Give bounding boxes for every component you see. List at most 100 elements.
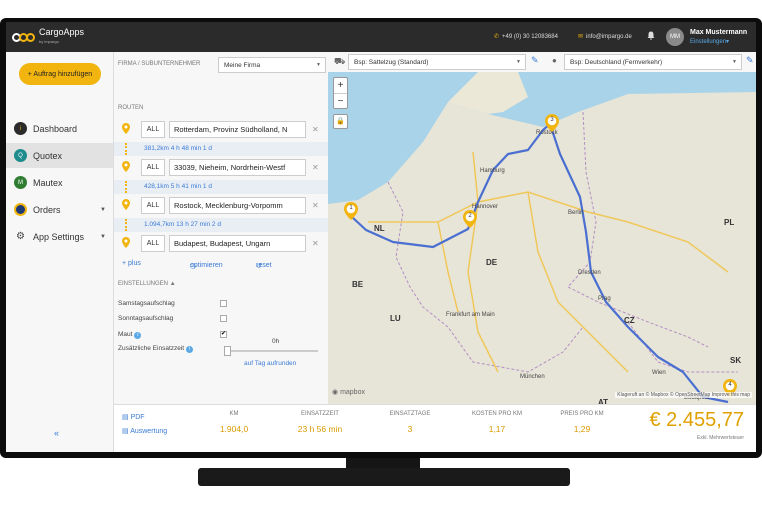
vehicle-value: Bsp: Sattelzug (Standard) (354, 58, 429, 66)
stop-type-select[interactable]: ALL (141, 121, 165, 138)
price-note: Exkl. Mehrwertsteuer (697, 435, 744, 441)
remove-stop-button[interactable]: ✕ (312, 163, 319, 172)
route-marker[interactable]: 1 (344, 202, 358, 220)
pdf-link[interactable]: ▤ PDF (122, 413, 145, 421)
route-leg: 428,1km 5 h 41 min 1 d (114, 180, 328, 194)
stat-label: EINSATZTAGE (389, 411, 431, 417)
samstag-checkbox[interactable] (220, 300, 227, 307)
country-label: PL (724, 218, 735, 227)
reset-label: reset (256, 262, 272, 269)
stat-value: 3 (407, 424, 413, 434)
auswertung-link[interactable]: ▤ Auswertung (122, 427, 167, 435)
app-screen: CargoApps by impargo ✆ +49 (0) 30 12083684… (6, 22, 756, 452)
stop-address-input[interactable]: 33039, Nieheim, Nordrhein-Westf (169, 159, 306, 176)
country-label: BE (352, 280, 364, 289)
maut-option: Maut i (118, 331, 142, 339)
route-leg: 1.094,7km 13 h 27 min 2 d (114, 218, 328, 232)
sidebar-item-label: Quotex (33, 150, 63, 161)
zoom-in-button[interactable]: + (334, 78, 347, 93)
sidebar-item-dashboard[interactable]: i Dashboard (6, 116, 113, 141)
add-order-button[interactable]: + Auftrag hinzufügen (19, 63, 101, 85)
mapbox-text: mapbox (340, 389, 365, 396)
stop-address-input[interactable]: Rotterdam, Provinz Südholland, N (169, 121, 306, 138)
sidebar-item-quotex[interactable]: Q Quotex (6, 143, 113, 168)
quotex-icon: Q (14, 149, 27, 162)
zoom-control: + − (333, 77, 348, 109)
mautex-icon: M (14, 176, 27, 189)
stop-address-input[interactable]: Rostock, Mecklenburg-Vorpomm (169, 197, 306, 214)
sidebar-item-label: Dashboard (33, 123, 78, 134)
caret-down-icon: ▼ (100, 206, 106, 213)
file-icon: ▤ (122, 428, 129, 435)
monitor-stand-base (198, 468, 570, 486)
einsatzzeit-option: Zusätzliche Einsatzzeit i (118, 345, 194, 353)
sidebar-item-orders[interactable]: Orders ▼ (6, 197, 113, 222)
remove-stop-button[interactable]: ✕ (312, 239, 319, 248)
einsatzzeit-slider-handle[interactable] (224, 346, 231, 356)
route-map[interactable]: + − 🔒 NL BE LU DE PL CZ AT SK HU Rostock… (328, 72, 756, 404)
stat-value: 23 h 56 min (297, 424, 343, 434)
stat-label: KOSTEN PRO KM (471, 411, 522, 417)
avatar[interactable]: MM (666, 28, 684, 46)
logo[interactable]: CargoApps by impargo (12, 28, 84, 46)
stop-type-select[interactable]: ALL (141, 159, 165, 176)
lock-icon[interactable]: 🔒 (333, 114, 348, 129)
remove-stop-button[interactable]: ✕ (312, 201, 319, 210)
stat-einsatzzeit: EINSATZZEIT 23 h 56 min (288, 411, 352, 434)
caret-up-icon: ▲ (169, 281, 176, 287)
edit-driver-icon[interactable]: ✎ (746, 55, 754, 66)
stop-address-input[interactable]: Budapest, Budapest, Ungarn (169, 235, 306, 252)
firma-select[interactable]: Meine Firma ▼ (218, 57, 326, 73)
auswertung-label: Auswertung (130, 428, 168, 435)
phone-contact[interactable]: ✆ +49 (0) 30 12083684 (494, 33, 558, 40)
info-icon[interactable]: i (186, 346, 194, 353)
einstellungen-label: EINSTELLUNGEN (118, 281, 169, 287)
zoom-out-button[interactable]: − (334, 93, 347, 109)
route-marker[interactable]: 3 (545, 114, 559, 132)
info-icon[interactable]: i (134, 332, 142, 339)
chevron-down-icon: ▼ (732, 59, 737, 65)
chevron-down-icon: ▾ (726, 39, 730, 45)
stop-type-select[interactable]: ALL (141, 197, 165, 214)
remove-stop-button[interactable]: ✕ (312, 125, 319, 134)
sidebar-item-mautex[interactable]: M Mautex (6, 170, 113, 195)
logo-text: CargoApps (39, 27, 85, 37)
sonntag-checkbox[interactable] (220, 315, 227, 322)
einsatzzeit-slider-track[interactable] (226, 350, 318, 352)
edit-vehicle-icon[interactable]: ✎ (531, 55, 539, 66)
country-label: DE (486, 258, 498, 267)
leg-connector (125, 181, 127, 193)
einstellungen-toggle[interactable]: EINSTELLUNGEN ▲ (118, 281, 176, 287)
route-stop: ALL Budapest, Budapest, Ungarn ✕ (114, 234, 328, 254)
add-stop-button[interactable]: + plus (122, 260, 141, 267)
route-actions: + plus ◷ optimieren ↺ reset (114, 258, 328, 274)
driver-select[interactable]: Bsp: Deutschland (Fernverkehr) ▼ (564, 54, 742, 70)
truck-icon: ⛟ (334, 56, 346, 66)
stop-type-select[interactable]: ALL (141, 235, 165, 252)
mapbox-logo[interactable]: ◉ mapbox (332, 388, 365, 396)
maut-checkbox[interactable]: ✔ (220, 331, 227, 338)
sidebar-item-app-settings[interactable]: ⚙ App Settings ▼ (6, 224, 113, 249)
top-bar: CargoApps by impargo ✆ +49 (0) 30 12083684… (6, 22, 756, 52)
sidebar-item-label: Orders (33, 204, 61, 215)
map-attribution[interactable]: Klageruft an © Mapbox © OpenStreetMap Im… (615, 392, 752, 398)
stat-kosten-pro-km: KOSTEN PRO KM 1,17 (462, 411, 532, 434)
stat-value: 1,29 (573, 424, 591, 434)
leg-info: 428,1km 5 h 41 min 1 d (144, 183, 212, 190)
email-contact[interactable]: ✉ info@impargo.de (578, 33, 632, 40)
user-settings-link[interactable]: Einstellungen▾ (690, 38, 729, 45)
map-canvas (328, 72, 756, 404)
tag-aufrunden-link[interactable]: auf Tag aufrunden (244, 360, 296, 367)
driver-value: Bsp: Deutschland (Fernverkehr) (570, 58, 663, 66)
firma-label: FIRMA / SUBUNTERNEHMER (118, 61, 201, 67)
einsatzzeit-value: 0h (272, 338, 280, 345)
route-marker[interactable]: 2 (463, 210, 477, 228)
samstag-label: Samstagsaufschlag (118, 300, 175, 307)
routen-label: ROUTEN (118, 105, 144, 111)
vehicle-select[interactable]: Bsp: Sattelzug (Standard) ▼ (348, 54, 526, 70)
map-pin-icon (122, 199, 130, 210)
logo-sub: by impargo (39, 39, 59, 44)
bell-icon[interactable] (647, 31, 655, 40)
collapse-sidebar-button[interactable]: « (54, 428, 59, 438)
city-label: Wien (652, 370, 666, 376)
